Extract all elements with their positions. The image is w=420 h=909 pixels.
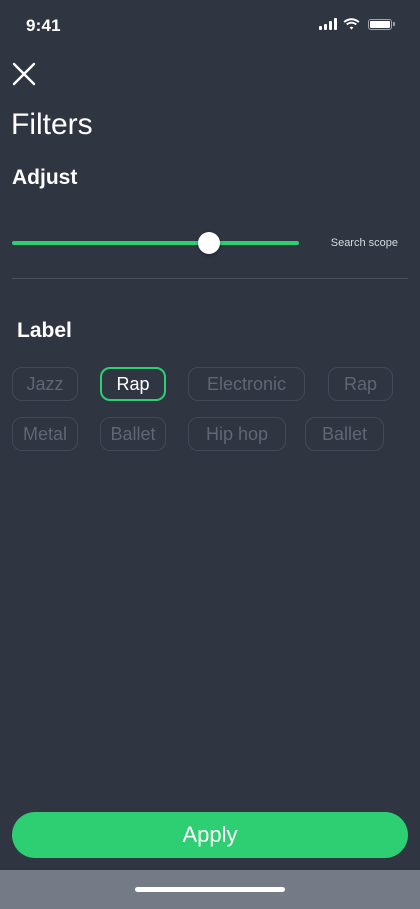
apply-button[interactable]: Apply: [12, 812, 408, 858]
chip-electronic[interactable]: Electronic: [188, 367, 305, 401]
close-icon: [12, 62, 36, 86]
slider-caption: Search scope: [330, 237, 398, 249]
home-bar-area: [0, 870, 420, 909]
status-icons: [319, 17, 395, 31]
close-button[interactable]: [10, 60, 38, 88]
battery-icon: [368, 18, 395, 30]
search-scope-slider[interactable]: [12, 230, 299, 256]
chip-ballet-2[interactable]: Ballet: [305, 417, 384, 451]
slider-track[interactable]: [12, 241, 299, 245]
wifi-icon: [343, 18, 360, 30]
status-time: 9:41: [26, 16, 61, 35]
label-heading: Label: [17, 319, 72, 342]
chip-rap[interactable]: Rap: [100, 367, 166, 401]
home-indicator[interactable]: [135, 887, 285, 892]
chip-jazz[interactable]: Jazz: [12, 367, 78, 401]
chip-metal[interactable]: Metal: [12, 417, 78, 451]
chip-hip-hop[interactable]: Hip hop: [188, 417, 286, 451]
status-bar: 9:41: [0, 0, 420, 50]
page-title: Filters: [11, 108, 93, 141]
chip-rap-2[interactable]: Rap: [328, 367, 393, 401]
divider: [12, 278, 408, 279]
cellular-signal-icon: [319, 18, 337, 30]
adjust-heading: Adjust: [12, 166, 78, 189]
slider-thumb[interactable]: [197, 232, 220, 254]
chip-ballet[interactable]: Ballet: [100, 417, 166, 451]
